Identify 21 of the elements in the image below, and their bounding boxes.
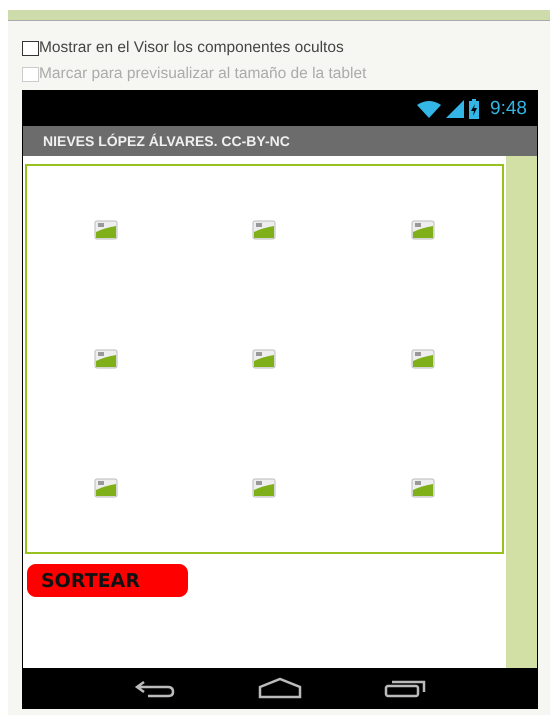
recent-apps-icon[interactable] [384, 678, 426, 698]
signal-icon [446, 100, 464, 118]
image-icon [94, 478, 118, 498]
image-icon [410, 220, 435, 240]
image-icon [410, 348, 435, 369]
status-time: 9:48 [490, 98, 527, 120]
image-icon [252, 220, 276, 240]
image-icon [94, 220, 118, 240]
wifi-icon [416, 100, 442, 118]
checkbox-label: Mostrar en el Visor los componentes ocultos [39, 39, 344, 57]
image-icon [94, 348, 118, 369]
app-title-bar: NIEVES LÓPEZ ÁLVARES. CC-BY-NC [23, 126, 537, 156]
battery-icon [468, 98, 480, 118]
back-icon[interactable] [134, 678, 176, 698]
image-icon [252, 478, 276, 498]
image-icon [252, 348, 276, 369]
checkbox-label: Marcar para previsualizar al tamaño de la tablet [39, 65, 366, 83]
checkbox[interactable] [22, 40, 39, 56]
sortear-button[interactable]: SORTEAR [27, 564, 188, 597]
image-icon [410, 478, 435, 498]
home-icon[interactable] [258, 677, 302, 699]
